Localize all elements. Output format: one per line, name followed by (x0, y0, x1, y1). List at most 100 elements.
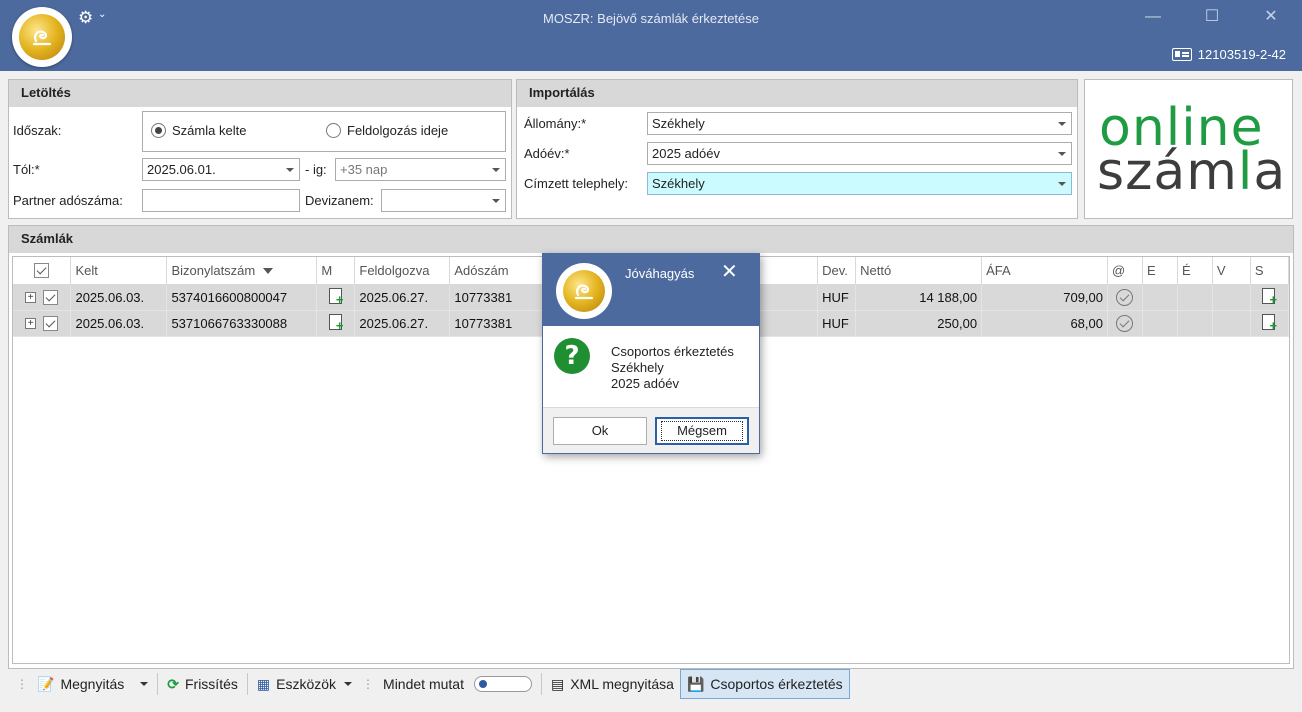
document-add-icon[interactable] (1261, 288, 1277, 306)
col-feldolgozva[interactable]: Feldolgozva (354, 257, 451, 285)
close-button[interactable]: ✕ (1258, 7, 1284, 27)
show-all-toggle[interactable]: Mindet mutat (377, 669, 538, 699)
sort-desc-icon[interactable] (263, 268, 274, 275)
recipient-site-value: Székhely (652, 176, 705, 191)
radio-invoice-date-label[interactable]: Számla kelte (172, 123, 246, 138)
cell-bizonylatszam: 5371066763330088 (166, 310, 318, 337)
check-circle-icon (1116, 314, 1134, 332)
col-netto[interactable]: Nettó (855, 257, 983, 285)
bottom-toolbar: ⋮ 📝 Megnyitás ⟳ Frissítés ▦ Eszközök ⋮ M… (12, 668, 850, 700)
cell-v (1212, 310, 1251, 337)
toolbar-grip[interactable]: ⋮ (358, 677, 377, 691)
dropdown-arrow-icon[interactable] (1058, 122, 1066, 126)
currency-label: Devizanem: (305, 193, 374, 208)
expand-icon[interactable]: + (25, 318, 37, 330)
col-afa[interactable]: ÁFA (981, 257, 1108, 285)
col-e-accent[interactable]: É (1177, 257, 1213, 285)
minimize-button[interactable]: — (1140, 7, 1166, 27)
row-checkbox[interactable] (43, 316, 59, 332)
cell-kelt: 2025.06.03. (70, 284, 168, 311)
coin-logo-icon (563, 270, 605, 312)
xml-file-icon: ▤ (550, 675, 565, 692)
tools-button[interactable]: ▦ Eszközök (251, 669, 358, 699)
recipient-site-select[interactable]: Székhely (647, 172, 1072, 195)
cell-m[interactable] (316, 284, 356, 311)
dialog-message: Csoportos érkeztetés Székhely 2025 adóév (611, 344, 734, 392)
document-add-icon[interactable] (328, 314, 344, 332)
cell-s[interactable] (1250, 284, 1290, 311)
import-panel-heading: Importálás (517, 80, 1077, 107)
dropdown-arrow-icon[interactable] (492, 168, 500, 172)
col-bizonylatszam[interactable]: Bizonylatszám (166, 257, 318, 285)
from-date-field[interactable]: 2025.06.01. (142, 158, 300, 181)
col-s[interactable]: S (1250, 257, 1290, 285)
radio-invoice-date[interactable] (151, 123, 166, 138)
currency-select[interactable] (381, 189, 506, 212)
row-select-cell[interactable]: + (13, 284, 72, 311)
ok-button[interactable]: Ok (553, 417, 647, 445)
maximize-button[interactable]: ☐ (1199, 7, 1225, 27)
cell-dev: HUF (817, 310, 857, 337)
group-receive-button[interactable]: 💾 Csoportos érkeztetés (679, 669, 850, 699)
col-kelt[interactable]: Kelt (70, 257, 168, 285)
logo-text-szamla: számla (1097, 142, 1287, 202)
edit-document-icon: 📝 (37, 675, 55, 692)
radio-processing-time[interactable] (326, 123, 341, 138)
radio-processing-time-label[interactable]: Feldolgozás ideje (347, 123, 448, 138)
recipient-site-label: Címzett telephely: (524, 176, 629, 191)
document-add-icon[interactable] (328, 288, 344, 306)
dropdown-arrow-icon[interactable] (1058, 152, 1066, 156)
cell-dev: HUF (817, 284, 857, 311)
status-select[interactable]: Székhely (647, 112, 1072, 135)
chevron-down-icon[interactable] (140, 682, 149, 686)
to-date-value: +35 nap (340, 162, 388, 177)
cell-m[interactable] (316, 310, 356, 337)
cell-feldolgozva: 2025.06.27. (354, 310, 451, 337)
cell-e-accent (1177, 310, 1213, 337)
cell-afa: 709,00 (981, 284, 1108, 311)
check-circle-icon (1116, 288, 1134, 306)
col-m[interactable]: M (316, 257, 356, 285)
cell-s[interactable] (1250, 310, 1290, 337)
checkbox-icon[interactable] (34, 263, 50, 279)
col-e[interactable]: E (1142, 257, 1178, 285)
cell-e-accent (1177, 284, 1213, 311)
tools-label: Eszközök (276, 676, 337, 692)
cell-feldolgozva: 2025.06.27. (354, 284, 451, 311)
col-dev[interactable]: Dev. (817, 257, 857, 285)
partner-tax-input[interactable] (142, 189, 300, 212)
open-xml-button[interactable]: ▤ XML megnyitása (545, 669, 680, 699)
row-checkbox[interactable] (43, 290, 59, 306)
to-date-field[interactable]: +35 nap (335, 158, 506, 181)
refresh-button[interactable]: ⟳ Frissítés (161, 669, 244, 699)
dialog-close-icon[interactable]: ✕ (721, 262, 738, 282)
dialog-message-line: 2025 adóév (611, 376, 679, 391)
cell-e (1142, 310, 1178, 337)
title-bar: ⚙ ⌄ MOSZR: Bejövő számlák érkeztetése — … (0, 0, 1302, 71)
col-v[interactable]: V (1212, 257, 1251, 285)
toolbar-grip[interactable]: ⋮ (12, 677, 31, 691)
toolbar-divider (157, 673, 159, 695)
chevron-down-icon[interactable] (344, 682, 353, 686)
status-value: Székhely (652, 116, 705, 131)
dropdown-arrow-icon[interactable] (492, 199, 500, 203)
cell-netto: 14 188,00 (855, 284, 983, 311)
refresh-icon: ⟳ (167, 675, 179, 692)
cancel-button[interactable]: Mégsem (655, 417, 749, 445)
cell-bizonylatszam: 5374016600800047 (166, 284, 318, 311)
toggle-switch[interactable] (473, 676, 532, 692)
col-email[interactable]: @ (1107, 257, 1143, 285)
select-all-checkbox[interactable] (13, 257, 72, 285)
cell-email (1107, 310, 1143, 337)
status-label: Állomány:* (524, 116, 587, 131)
open-button[interactable]: 📝 Megnyitás (31, 669, 154, 699)
from-date-value: 2025.06.01. (147, 162, 216, 177)
cell-kelt: 2025.06.03. (70, 310, 168, 337)
expand-icon[interactable]: + (25, 292, 37, 304)
row-select-cell[interactable]: + (13, 310, 72, 337)
cell-netto: 250,00 (855, 310, 983, 337)
document-add-icon[interactable] (1261, 314, 1277, 332)
dropdown-arrow-icon[interactable] (286, 168, 294, 172)
dropdown-arrow-icon[interactable] (1058, 182, 1066, 186)
tax-year-select[interactable]: 2025 adóév (647, 142, 1072, 165)
